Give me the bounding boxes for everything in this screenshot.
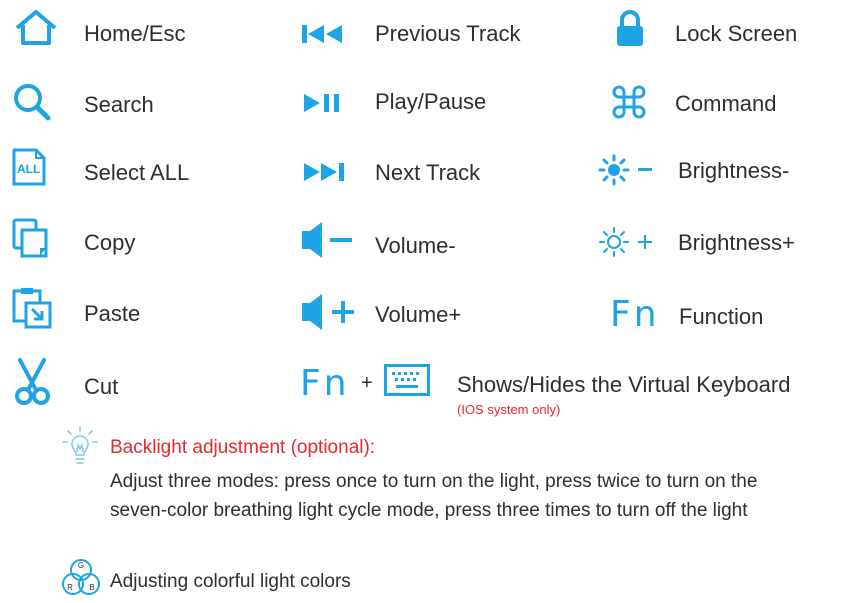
- svg-text:R: R: [67, 583, 73, 592]
- search-label: Search: [84, 92, 154, 117]
- paste-label: Paste: [84, 301, 141, 326]
- rgb-label: Adjusting colorful light colors: [110, 571, 351, 592]
- next-track-label: Next Track: [375, 160, 481, 185]
- svg-text:G: G: [78, 561, 84, 570]
- select-all-label: Select ALL: [84, 160, 190, 185]
- backlight-description: Adjust three modes: press once to turn o…: [110, 471, 758, 521]
- scissors-icon: [14, 358, 50, 406]
- brightness-up-label: Brightness+: [678, 230, 795, 255]
- ios-only-note: (IOS system only): [457, 402, 561, 417]
- lock-icon: [615, 10, 645, 48]
- brightness-down-icon: [598, 154, 658, 186]
- search-icon: [12, 82, 52, 122]
- lock-screen-label: Lock Screen: [675, 21, 798, 46]
- fn-icon: Fn: [610, 294, 660, 335]
- fn-text: Fn: [300, 363, 350, 404]
- virtual-keyboard-label: Shows/Hides the Virtual Keyboard: [457, 372, 791, 397]
- backlight-title: Backlight adjustment (optional):: [110, 437, 376, 458]
- volume-down-label: Volume-: [375, 233, 456, 258]
- rgb-circles-icon: G R B: [61, 558, 101, 596]
- cut-label: Cut: [84, 374, 119, 399]
- paste-icon: [12, 287, 52, 329]
- svg-text:ALL: ALL: [17, 162, 40, 176]
- previous-track-label: Previous Track: [375, 21, 521, 46]
- function-label: Function: [679, 304, 764, 329]
- copy-icon: [12, 218, 48, 258]
- volume-up-label: Volume+: [375, 302, 462, 327]
- volume-up-icon: [302, 294, 358, 330]
- copy-label: Copy: [84, 230, 136, 255]
- previous-track-icon: [302, 24, 350, 44]
- home-label: Home/Esc: [84, 21, 186, 46]
- next-track-icon: [304, 162, 350, 182]
- svg-text:B: B: [89, 583, 94, 592]
- command-icon: [612, 85, 646, 119]
- play-pause-label: Play/Pause: [375, 89, 487, 114]
- brightness-down-label: Brightness-: [678, 158, 790, 183]
- home-icon: [14, 10, 58, 46]
- keyboard-icon: [384, 364, 430, 396]
- brightness-up-icon: [599, 227, 662, 257]
- volume-down-icon: [302, 222, 358, 258]
- command-label: Command: [675, 91, 777, 116]
- light-bulb-icon: [62, 426, 98, 468]
- select-all-icon: ALL: [12, 148, 46, 186]
- plus-sign: +: [361, 372, 373, 394]
- play-pause-icon: [304, 93, 344, 113]
